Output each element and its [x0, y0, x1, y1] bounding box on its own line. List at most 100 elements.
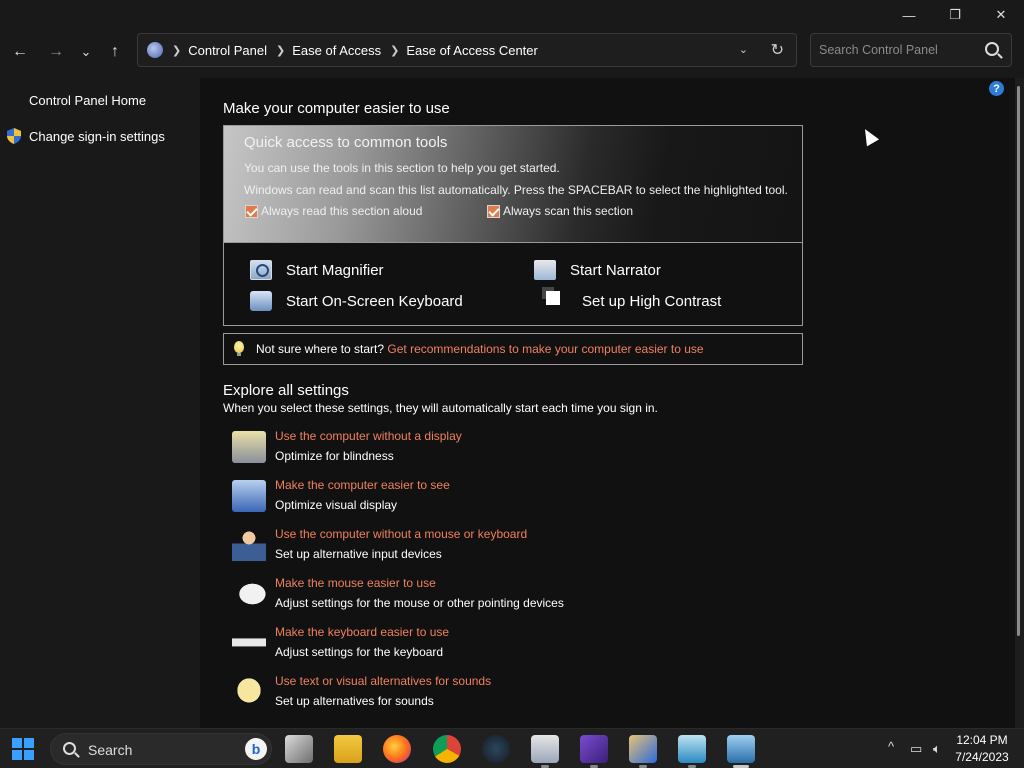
visual-studio-icon[interactable] [580, 735, 608, 768]
always-read-checkbox[interactable] [245, 205, 258, 218]
bing-icon[interactable]: b [245, 738, 267, 760]
shield-icon [7, 128, 21, 144]
setting-link[interactable]: Make the computer easier to see [275, 478, 450, 492]
clock-time: 12:04 PM [956, 733, 1008, 747]
forward-button[interactable]: → [44, 40, 68, 64]
setting-description: Adjust settings for the mouse or other p… [275, 596, 564, 610]
quick-access-panel: Quick access to common tools You can use… [223, 125, 803, 243]
tools-panel: Start Magnifier Start Narrator Start On-… [223, 242, 803, 326]
chevron-down-icon[interactable]: ⌄ [739, 43, 748, 56]
steam-icon[interactable] [482, 735, 510, 763]
page-title: Make your computer easier to use [223, 100, 450, 117]
setting-link[interactable]: Make the mouse easier to use [275, 576, 436, 590]
quick-access-line-1: You can use the tools in this section to… [244, 161, 560, 175]
window-controls: — ❐ ✕ [886, 0, 1024, 30]
speech-bubble-icon [232, 676, 266, 708]
volume-icon[interactable]: 🔈︎ [933, 741, 941, 757]
start-on-screen-keyboard-button[interactable]: Start On-Screen Keyboard [250, 291, 463, 311]
sidebar: Control Panel Home Change sign-in settin… [0, 78, 200, 728]
setting-link[interactable]: Make the keyboard easier to use [275, 625, 449, 639]
control-panel-taskbar-icon[interactable] [727, 735, 755, 768]
close-button[interactable]: ✕ [978, 0, 1024, 30]
setting-sounds: Use text or visual alternatives for soun… [230, 674, 790, 718]
file-explorer-icon[interactable] [334, 735, 362, 763]
high-contrast-icon [542, 287, 568, 311]
setting-keyboard: Make the keyboard easier to use Adjust s… [230, 625, 790, 669]
refresh-icon[interactable]: ↻ [771, 40, 784, 60]
chevron-right-icon: ❯ [276, 44, 286, 57]
search-box[interactable] [810, 33, 1012, 67]
chevron-right-icon: ❯ [172, 44, 182, 57]
tip-text: Not sure where to start? Get recommendat… [256, 342, 704, 356]
mouse-icon [232, 578, 266, 610]
recent-locations-button[interactable]: ⌄ [74, 40, 98, 64]
change-sign-in-settings-link[interactable]: Change sign-in settings [29, 129, 165, 144]
breadcrumb-ease-of-access-center[interactable]: Ease of Access Center [406, 43, 538, 58]
magnifier-icon [250, 260, 272, 280]
explore-title: Explore all settings [223, 382, 349, 399]
control-panel-icon [147, 42, 163, 58]
search-icon[interactable] [985, 42, 999, 56]
monitor-icon [232, 431, 266, 463]
taskbar: Search b ^ ▭ 🔈︎ 12:04 PM 7/24/2023 [0, 728, 1024, 768]
up-button[interactable]: ↑ [103, 40, 127, 64]
setting-link[interactable]: Use the computer without a display [275, 429, 462, 443]
start-narrator-label: Start Narrator [570, 261, 661, 279]
chevron-up-icon[interactable]: ^ [888, 739, 894, 754]
set-up-high-contrast-button[interactable]: Set up High Contrast [542, 287, 722, 311]
game-icon[interactable] [629, 735, 657, 768]
get-recommendations-link[interactable]: Get recommendations to make your compute… [387, 342, 703, 356]
setting-mouse: Make the mouse easier to use Adjust sett… [230, 576, 790, 620]
narrator-icon [534, 260, 556, 280]
display-icon [232, 480, 266, 512]
taskbar-search-label: Search [88, 742, 133, 758]
setting-description: Adjust settings for the keyboard [275, 645, 444, 659]
restore-button[interactable]: ❐ [932, 0, 978, 30]
help-icon[interactable]: ? [989, 81, 1004, 96]
task-view-icon[interactable] [285, 735, 313, 763]
windows-start-icon[interactable] [12, 738, 34, 760]
breadcrumb-control-panel[interactable]: Control Panel [188, 43, 267, 58]
start-magnifier-button[interactable]: Start Magnifier [250, 260, 384, 280]
clock-date: 7/24/2023 [955, 750, 1009, 764]
navigation-bar: ← → ⌄ ↑ ❯ Control Panel ❯ Ease of Access… [0, 30, 1024, 78]
setting-description: Set up alternative input devices [275, 547, 442, 561]
lightbulb-icon [234, 341, 244, 356]
start-magnifier-label: Start Magnifier [286, 261, 384, 279]
setting-description: Set up alternatives for sounds [275, 694, 434, 708]
always-scan-checkbox[interactable] [487, 205, 500, 218]
setting-link[interactable]: Use text or visual alternatives for soun… [275, 674, 491, 688]
recommendation-tip: Not sure where to start? Get recommendat… [223, 333, 803, 365]
firefox-icon[interactable] [383, 735, 411, 763]
taskbar-search[interactable]: Search b [50, 733, 272, 765]
system-clock[interactable]: 12:04 PM 7/24/2023 [946, 732, 1018, 766]
start-narrator-button[interactable]: Start Narrator [534, 260, 661, 280]
tip-prefix: Not sure where to start? [256, 342, 385, 356]
setting-without-mouse-keyboard: Use the computer without a mouse or keyb… [230, 527, 790, 571]
keyboard-icon [232, 627, 266, 659]
setting-description: Optimize visual display [275, 498, 398, 512]
start-on-screen-keyboard-label: Start On-Screen Keyboard [286, 292, 463, 310]
search-icon [63, 742, 76, 755]
chrome-icon[interactable] [433, 735, 461, 763]
vertical-scrollbar[interactable] [1015, 78, 1024, 728]
address-bar[interactable]: ❯ Control Panel ❯ Ease of Access ❯ Ease … [137, 33, 797, 67]
always-scan-label[interactable]: Always scan this section [503, 204, 633, 218]
search-input[interactable] [819, 43, 979, 57]
control-panel-home-link[interactable]: Control Panel Home [29, 93, 146, 108]
explore-subtitle: When you select these settings, they wil… [223, 401, 658, 415]
keyboard-icon [250, 291, 272, 311]
back-button[interactable]: ← [8, 40, 32, 64]
notepad-icon[interactable] [531, 735, 559, 768]
setting-without-display: Use the computer without a display Optim… [230, 429, 790, 473]
minimize-button[interactable]: — [886, 0, 932, 30]
breadcrumb-ease-of-access[interactable]: Ease of Access [292, 43, 381, 58]
network-icon[interactable]: ▭ [910, 741, 922, 757]
always-read-label[interactable]: Always read this section aloud [261, 204, 422, 218]
chevron-right-icon: ❯ [390, 44, 400, 57]
set-up-high-contrast-label: Set up High Contrast [582, 292, 722, 310]
scrollbar-thumb[interactable] [1017, 86, 1020, 636]
person-icon [232, 529, 266, 561]
setting-link[interactable]: Use the computer without a mouse or keyb… [275, 527, 527, 541]
app-icon[interactable] [678, 735, 706, 768]
